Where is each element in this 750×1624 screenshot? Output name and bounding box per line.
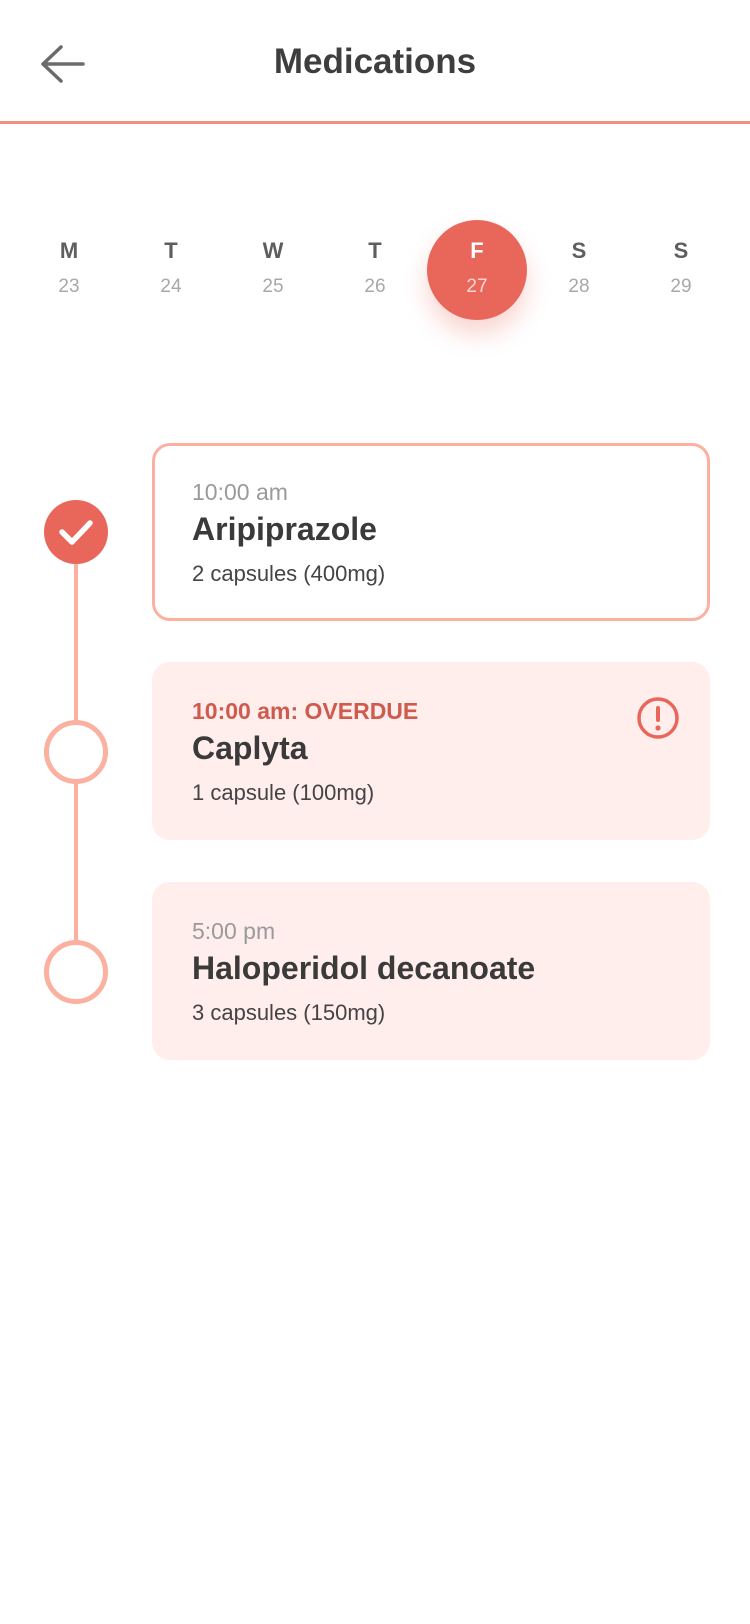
- day-letter: S: [571, 238, 587, 263]
- dose-time: 10:00 am: [192, 479, 288, 505]
- medication-card-haloperidol[interactable]: 5:00 pm Haloperidol decanoate 3 capsules…: [152, 882, 710, 1060]
- page-title: Medications: [273, 42, 477, 81]
- day-number: 27: [466, 276, 488, 297]
- day-letter: T: [164, 238, 178, 263]
- day-saturday[interactable]: S 28: [529, 220, 629, 320]
- day-friday-selected[interactable]: F 27: [427, 220, 527, 320]
- medication-name: Caplyta: [192, 730, 308, 766]
- day-number: 25: [262, 276, 284, 297]
- day-wednesday[interactable]: W 25: [223, 220, 323, 320]
- check-icon: [59, 520, 93, 545]
- medication-dose: 1 capsule (100mg): [192, 780, 375, 805]
- day-letter: W: [262, 238, 284, 263]
- medication-dose: 2 capsules (400mg): [192, 561, 386, 586]
- day-number: 29: [670, 276, 692, 297]
- day-letter: S: [673, 238, 689, 263]
- timeline-connector: [74, 564, 78, 724]
- alert-icon: [637, 697, 679, 739]
- dose-time-overdue: 10:00 am: OVERDUE: [192, 698, 419, 724]
- day-sunday[interactable]: S 29: [631, 220, 731, 320]
- day-number: 24: [160, 276, 182, 297]
- day-number: 23: [58, 276, 80, 297]
- dose-time: 5:00 pm: [192, 918, 276, 944]
- dose-taken-check[interactable]: [44, 500, 108, 564]
- medication-card-caplyta[interactable]: 10:00 am: OVERDUE Caplyta 1 capsule (100…: [152, 662, 710, 840]
- medication-name: Haloperidol decanoate: [192, 950, 536, 986]
- day-letter: M: [59, 238, 79, 263]
- day-monday[interactable]: M 23: [19, 220, 119, 320]
- day-letter: F: [470, 238, 484, 263]
- day-number: 28: [568, 276, 590, 297]
- day-thursday[interactable]: T 26: [325, 220, 425, 320]
- dose-pending-circle[interactable]: [44, 940, 108, 1004]
- dose-pending-circle[interactable]: [44, 720, 108, 784]
- day-letter: T: [368, 238, 382, 263]
- medication-dose: 3 capsules (150mg): [192, 1000, 386, 1025]
- timeline-connector: [74, 782, 78, 942]
- medication-card-aripiprazole[interactable]: 10:00 am Aripiprazole 2 capsules (400mg): [152, 443, 710, 621]
- day-number: 26: [364, 276, 386, 297]
- week-day-selector: M 23 T 24 W 25 T 26 F 27 S 28 S 29: [0, 220, 750, 320]
- day-tuesday[interactable]: T 24: [121, 220, 221, 320]
- medication-name: Aripiprazole: [192, 511, 377, 547]
- app-header: Medications: [0, 0, 750, 124]
